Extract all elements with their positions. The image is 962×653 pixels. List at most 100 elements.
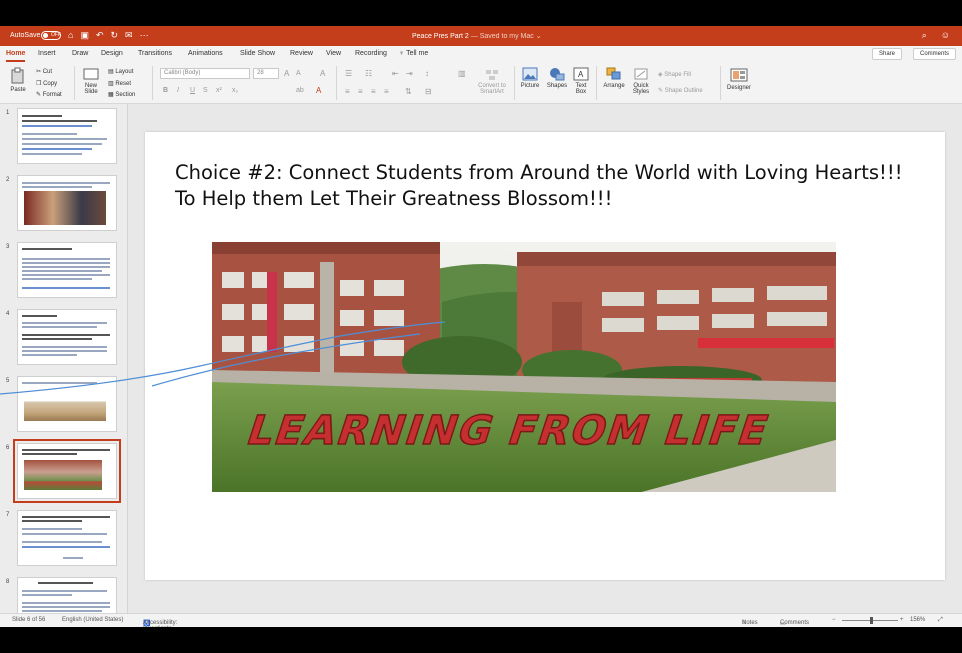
columns-icon[interactable]: ▥ xyxy=(458,69,466,78)
scissors-icon: ✂ xyxy=(36,69,42,75)
clear-format-icon[interactable]: A xyxy=(320,69,325,78)
align-right-icon[interactable]: ≡ xyxy=(371,87,376,96)
tab-review[interactable]: Review xyxy=(290,50,313,57)
bold-icon[interactable]: B xyxy=(163,87,168,94)
work-area: 1 2 3 4 5 6 7 8 Choice #2: Connect Stude… xyxy=(0,104,962,613)
shapes-button[interactable]: Shapes xyxy=(544,67,570,89)
title-bar: AutoSave OFF ⌂ ▣ ↶ ↻ ✉ ⋯ Peace Pres Part… xyxy=(0,26,962,46)
align-left-icon[interactable]: ≡ xyxy=(345,87,350,96)
thumbnail-number: 7 xyxy=(6,512,10,518)
paste-label: Paste xyxy=(10,87,26,93)
section-button[interactable]: ▦ Section xyxy=(108,91,135,98)
zoom-slider-knob[interactable] xyxy=(870,617,873,624)
fit-slide-icon[interactable]: ⤢ xyxy=(938,617,943,624)
tab-transitions[interactable]: Transitions xyxy=(138,50,172,57)
format-painter-button[interactable]: ✎ Format xyxy=(36,91,62,98)
designer-button[interactable]: Designer xyxy=(724,67,754,91)
shapes-label: Shapes xyxy=(546,83,568,89)
strikethrough-icon[interactable]: S xyxy=(203,87,208,94)
zoom-out-icon[interactable]: − xyxy=(832,617,836,623)
cut-label: Cut xyxy=(42,69,53,75)
share-button[interactable]: Share xyxy=(871,48,902,60)
numbering-icon[interactable]: ☷ xyxy=(365,69,372,78)
tab-view[interactable]: View xyxy=(326,50,341,57)
tab-slide-show[interactable]: Slide Show xyxy=(240,50,275,57)
undo-icon[interactable]: ↶ xyxy=(96,30,104,41)
lightbulb-icon: ♀ xyxy=(399,50,405,57)
underline-icon[interactable]: U xyxy=(190,87,195,94)
autosave-toggle[interactable]: OFF xyxy=(41,31,61,40)
arrange-button[interactable]: Arrange xyxy=(600,67,628,89)
bullets-icon[interactable]: ☰ xyxy=(345,69,352,78)
highlight-icon[interactable]: ab xyxy=(296,87,304,94)
font-size-field[interactable]: 28 xyxy=(253,68,279,79)
decrease-indent-icon[interactable]: ⇤ xyxy=(392,69,399,78)
align-text-icon[interactable]: ⊟ xyxy=(425,87,432,96)
align-center-icon[interactable]: ≡ xyxy=(358,87,363,96)
language-indicator[interactable]: English (United States) xyxy=(62,617,123,623)
shape-outline-label: Shape Outline xyxy=(664,88,703,94)
layout-button[interactable]: ▤ Layout xyxy=(108,68,133,75)
grow-font-icon[interactable]: A xyxy=(284,69,289,78)
zoom-in-icon[interactable]: + xyxy=(900,617,904,623)
zoom-slider[interactable] xyxy=(842,617,898,624)
tell-me-search[interactable]: ♀ Tell me xyxy=(399,50,428,57)
slide-thumbnail-6[interactable] xyxy=(13,439,121,503)
home-icon[interactable]: ⌂ xyxy=(68,30,73,41)
convert-smartart-button[interactable]: Convert to SmartArt xyxy=(472,67,512,95)
save-icon[interactable]: ▣ xyxy=(80,30,89,41)
ribbon-divider xyxy=(152,66,153,100)
picture-button[interactable]: Picture xyxy=(518,67,542,89)
thumbnail-number: 8 xyxy=(6,579,10,585)
tab-home[interactable]: Home xyxy=(6,50,26,62)
autosave-state: OFF xyxy=(51,32,61,38)
shapes-icon xyxy=(550,68,565,81)
italic-icon[interactable]: I xyxy=(177,87,179,94)
slide-thumbnail-8[interactable] xyxy=(17,577,117,613)
justify-icon[interactable]: ≡ xyxy=(384,87,389,96)
paste-icon xyxy=(11,67,24,84)
text-box-icon: A xyxy=(573,67,589,81)
comments-button[interactable]: Comments xyxy=(912,48,956,60)
superscript-icon[interactable]: x² xyxy=(216,87,222,94)
tab-design[interactable]: Design xyxy=(101,50,123,57)
paste-button[interactable]: Paste xyxy=(8,67,28,93)
shape-fill-label: Shape Fill xyxy=(664,72,691,78)
copy-button[interactable]: ❐ Copy xyxy=(36,80,57,87)
text-box-button[interactable]: A Text Box xyxy=(570,67,592,95)
tab-draw[interactable]: Draw xyxy=(72,50,88,57)
quick-styles-icon xyxy=(634,68,648,80)
subscript-icon[interactable]: x₂ xyxy=(232,87,238,94)
tab-insert[interactable]: Insert xyxy=(38,50,56,57)
reset-button[interactable]: ▥ Reset xyxy=(108,80,131,87)
screen-top-border xyxy=(0,0,962,26)
zoom-level[interactable]: 156% xyxy=(910,617,925,623)
cut-button[interactable]: ✂ Cut xyxy=(36,68,52,75)
shape-outline-button[interactable]: ✎ Shape Outline xyxy=(658,87,703,94)
picture-label: Picture xyxy=(520,83,540,89)
autosave-label: AutoSave xyxy=(10,32,41,39)
tab-recording[interactable]: Recording xyxy=(355,50,387,57)
text-direction-icon[interactable]: ⇅ xyxy=(405,87,412,96)
shrink-font-icon[interactable]: A xyxy=(296,70,301,77)
more-icon[interactable]: ⋯ xyxy=(140,30,149,41)
copy-label: Copy xyxy=(43,81,58,87)
slide-thumbnail-7[interactable] xyxy=(17,510,117,566)
email-icon[interactable]: ✉ xyxy=(125,30,133,41)
designer-icon xyxy=(730,68,748,82)
font-name-field[interactable]: Calibri (Body) xyxy=(160,68,250,79)
notes-label: Notes xyxy=(742,620,758,626)
redo-icon[interactable]: ↻ xyxy=(111,30,119,41)
section-icon: ▦ xyxy=(108,92,114,98)
font-color-icon[interactable]: A xyxy=(316,86,321,95)
increase-indent-icon[interactable]: ⇥ xyxy=(406,69,413,78)
quick-styles-button[interactable]: Quick Styles xyxy=(628,67,654,95)
new-slide-button[interactable]: New Slide xyxy=(80,67,102,95)
line-spacing-icon[interactable]: ↕ xyxy=(425,69,429,78)
account-icon[interactable]: ☺ xyxy=(941,30,950,41)
ribbon-divider xyxy=(596,66,597,100)
status-bar: Slide 6 of 56 English (United States) ♿ … xyxy=(0,613,962,632)
tab-animations[interactable]: Animations xyxy=(188,50,223,57)
search-icon[interactable]: ⌕ xyxy=(922,30,927,41)
shape-fill-button[interactable]: ◈ Shape Fill xyxy=(658,71,691,78)
